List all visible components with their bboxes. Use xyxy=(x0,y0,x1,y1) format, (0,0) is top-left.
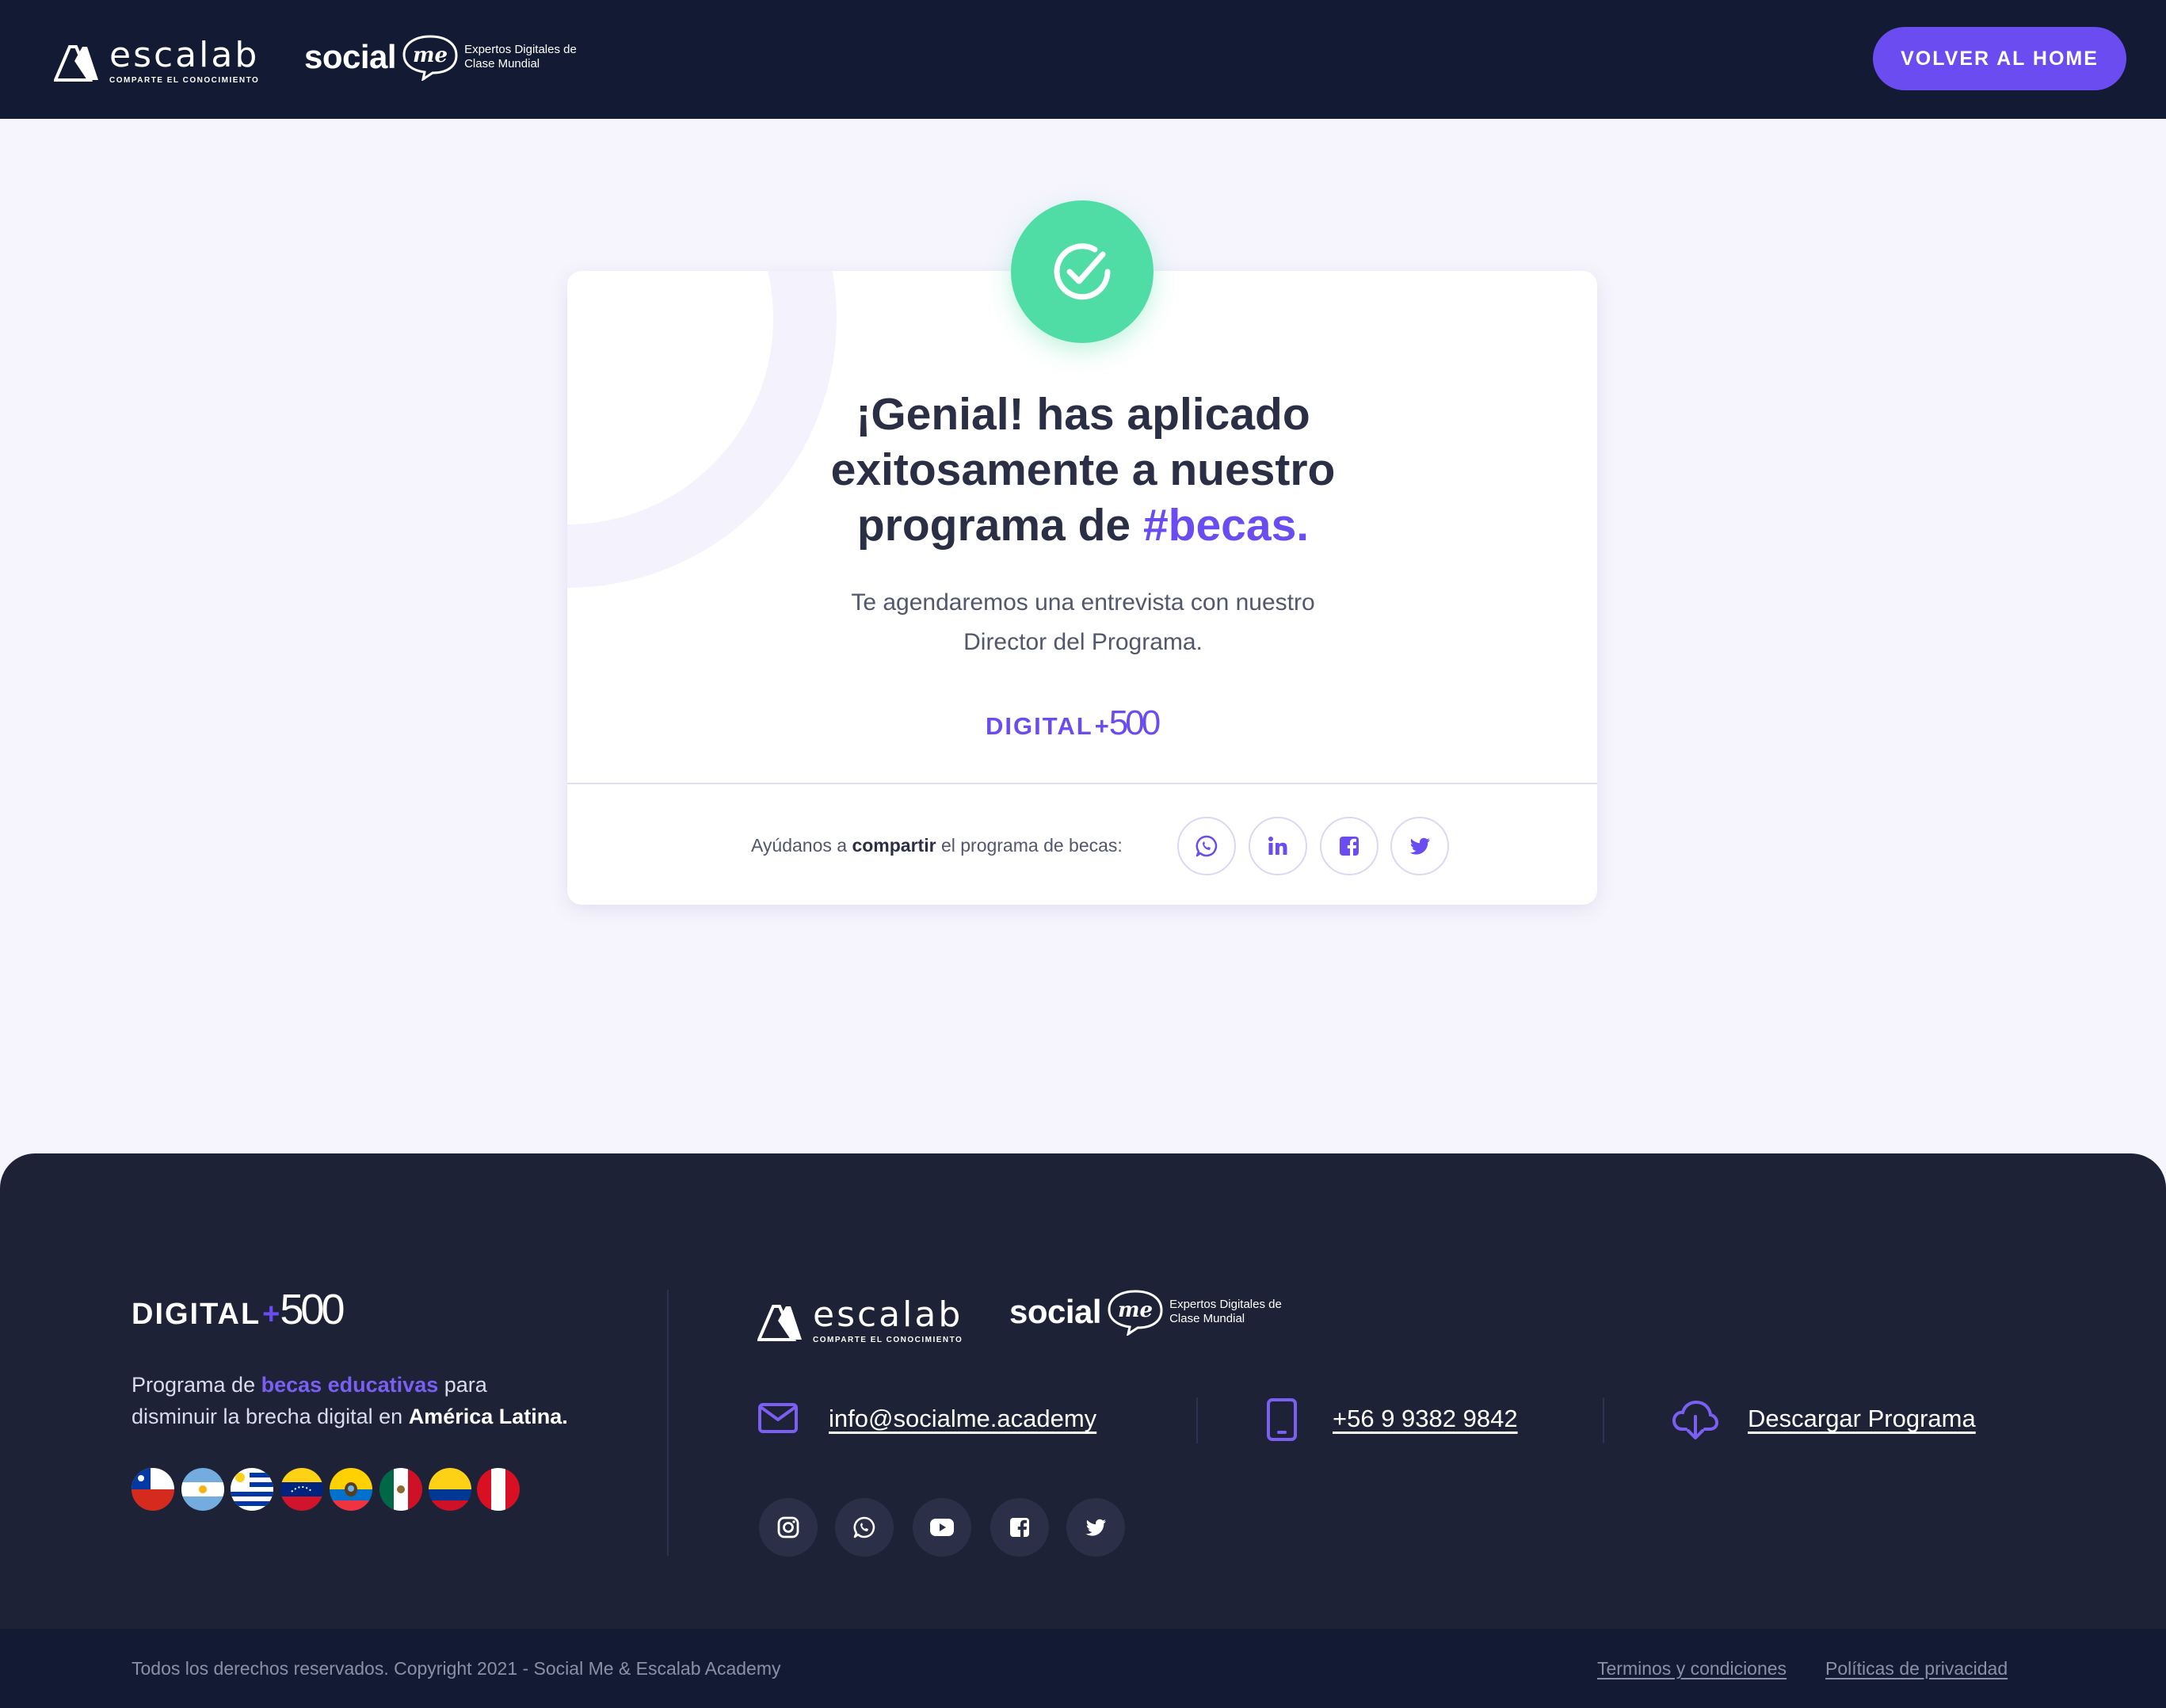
footer-facebook-button[interactable] xyxy=(990,1498,1049,1557)
share-bold: compartir xyxy=(852,835,936,856)
flag-colombia xyxy=(429,1468,471,1511)
digital500-logo: DIGITAL + 500 xyxy=(986,703,1161,743)
download-program-link[interactable]: Descargar Programa xyxy=(1748,1405,1976,1433)
desc-highlight: becas educativas xyxy=(261,1373,439,1397)
socialme-tagline-1: Expertos Digitales de xyxy=(464,43,577,56)
footer-escalab-tagline: COMPARTE EL CONOCIMIENTO xyxy=(813,1336,963,1344)
socialme-tagline-2: Clase Mundial xyxy=(464,57,540,71)
footer-twitter-button[interactable] xyxy=(1066,1498,1125,1557)
whatsapp-icon xyxy=(1195,835,1218,857)
share-pre: Ayúdanos a xyxy=(751,835,852,856)
footer-escalab-mountain-icon xyxy=(757,1304,802,1341)
facebook-icon xyxy=(1010,1518,1029,1538)
footer-escalab-wordmark: escalab xyxy=(813,1294,963,1335)
footer-instagram-button[interactable] xyxy=(759,1498,818,1557)
title-line-2: exitosamente a nuestro xyxy=(830,444,1336,495)
email-link[interactable]: info@socialme.academy xyxy=(829,1405,1096,1433)
escalab-wordmark: escalab xyxy=(109,35,260,75)
desc-part-3: disminuir la brecha digital en xyxy=(132,1405,409,1428)
privacy-link[interactable]: Políticas de privacidad xyxy=(1825,1658,2008,1679)
phone-link[interactable]: +56 9 9382 9842 xyxy=(1333,1405,1518,1433)
mail-icon xyxy=(758,1403,798,1433)
success-subtitle: Te agendaremos una entrevista con nuestr… xyxy=(0,583,2166,662)
subtitle-line-1: Te agendaremos una entrevista con nuestr… xyxy=(851,589,1315,616)
footer-youtube-button[interactable] xyxy=(913,1498,971,1557)
footer-escalab-logo[interactable]: escalab COMPARTE EL CONOCIMIENTO xyxy=(757,1298,963,1344)
footer-socialme-wordmark: social xyxy=(1009,1293,1102,1330)
socialme-logo[interactable]: social me Expertos Digitales de Clase Mu… xyxy=(304,33,577,81)
footer-socialme-bubble-icon: me xyxy=(1108,1290,1163,1336)
socialme-me-text: me xyxy=(413,44,448,67)
cloud-download-icon xyxy=(1672,1400,1719,1439)
footer-digital500-logo: DIGITAL + 500 xyxy=(132,1285,345,1334)
share-twitter-button[interactable] xyxy=(1390,817,1449,875)
contact-separator-1 xyxy=(1196,1397,1198,1443)
footer-whatsapp-button[interactable] xyxy=(835,1498,894,1557)
socialme-wordmark: social xyxy=(304,38,397,75)
home-button[interactable]: VOLVER AL HOME xyxy=(1873,27,2126,90)
escalab-tagline: COMPARTE EL CONOCIMIENTO xyxy=(109,76,260,85)
flag-argentina xyxy=(181,1468,224,1511)
digital-word: DIGITAL xyxy=(986,712,1093,740)
share-post: el programa de becas: xyxy=(936,835,1123,856)
instagram-icon xyxy=(777,1516,799,1538)
share-whatsapp-button[interactable] xyxy=(1177,817,1236,875)
escalab-logo[interactable]: escalab COMPARTE EL CONOCIMIENTO xyxy=(54,38,259,85)
desc-part-2: para xyxy=(438,1373,487,1397)
terms-link[interactable]: Terminos y condiciones xyxy=(1597,1658,1787,1679)
flag-mexico xyxy=(379,1468,422,1511)
phone-icon xyxy=(1267,1398,1297,1441)
youtube-icon xyxy=(930,1519,954,1536)
title-line-1: ¡Genial! has aplicado xyxy=(856,389,1310,440)
flag-ecuador xyxy=(330,1468,372,1511)
check-circle-icon xyxy=(1054,243,1111,300)
flag-chile xyxy=(132,1468,174,1511)
footer-socialme-me-text: me xyxy=(1118,1298,1153,1322)
digital-number: 500 xyxy=(1108,703,1161,742)
footer-vertical-divider xyxy=(667,1290,669,1556)
flag-uruguay xyxy=(231,1468,273,1511)
title-line-3: programa de #becas. xyxy=(0,498,2166,553)
share-linkedin-button[interactable] xyxy=(1249,817,1307,875)
footer-socialme-tagline-1: Expertos Digitales de xyxy=(1169,1298,1282,1311)
socialme-bubble-icon: me xyxy=(402,35,458,81)
escalab-mountain-icon xyxy=(54,44,98,82)
desc-bold: América Latina. xyxy=(408,1405,568,1428)
linkedin-icon xyxy=(1268,837,1287,855)
title-line-3-text: programa de xyxy=(856,500,1143,551)
becas-hashtag: #becas. xyxy=(1142,500,1310,551)
share-prompt: Ayúdanos a compartir el programa de beca… xyxy=(751,835,1123,856)
twitter-icon xyxy=(1409,837,1430,855)
footer-digital-number: 500 xyxy=(280,1286,345,1333)
whatsapp-icon xyxy=(853,1516,875,1538)
share-facebook-button[interactable] xyxy=(1320,817,1379,875)
facebook-icon xyxy=(1340,837,1359,857)
success-badge xyxy=(1011,200,1154,343)
desc-part-1: Programa de xyxy=(132,1373,261,1397)
footer-description: Programa de becas educativas para dismin… xyxy=(132,1369,639,1432)
twitter-icon xyxy=(1085,1519,1106,1536)
card-divider xyxy=(567,783,1597,784)
contact-separator-2 xyxy=(1603,1397,1604,1443)
footer-digital-word: DIGITAL xyxy=(132,1298,261,1331)
footer-socialme-logo[interactable]: social me Expertos Digitales de Clase Mu… xyxy=(1009,1288,1282,1336)
subtitle-line-2: Director del Programa. xyxy=(963,629,1203,655)
copyright-text: Todos los derechos reservados. Copyright… xyxy=(132,1658,781,1679)
digital-plus: + xyxy=(1094,712,1109,740)
success-title: ¡Genial! has aplicado exitosamente a nue… xyxy=(0,387,2166,553)
footer-socialme-tagline-2: Clase Mundial xyxy=(1169,1312,1245,1325)
flag-peru xyxy=(477,1468,520,1511)
flag-venezuela xyxy=(280,1468,323,1511)
top-header: escalab COMPARTE EL CONOCIMIENTO social … xyxy=(0,0,2166,119)
footer-digital-plus: + xyxy=(262,1298,280,1331)
